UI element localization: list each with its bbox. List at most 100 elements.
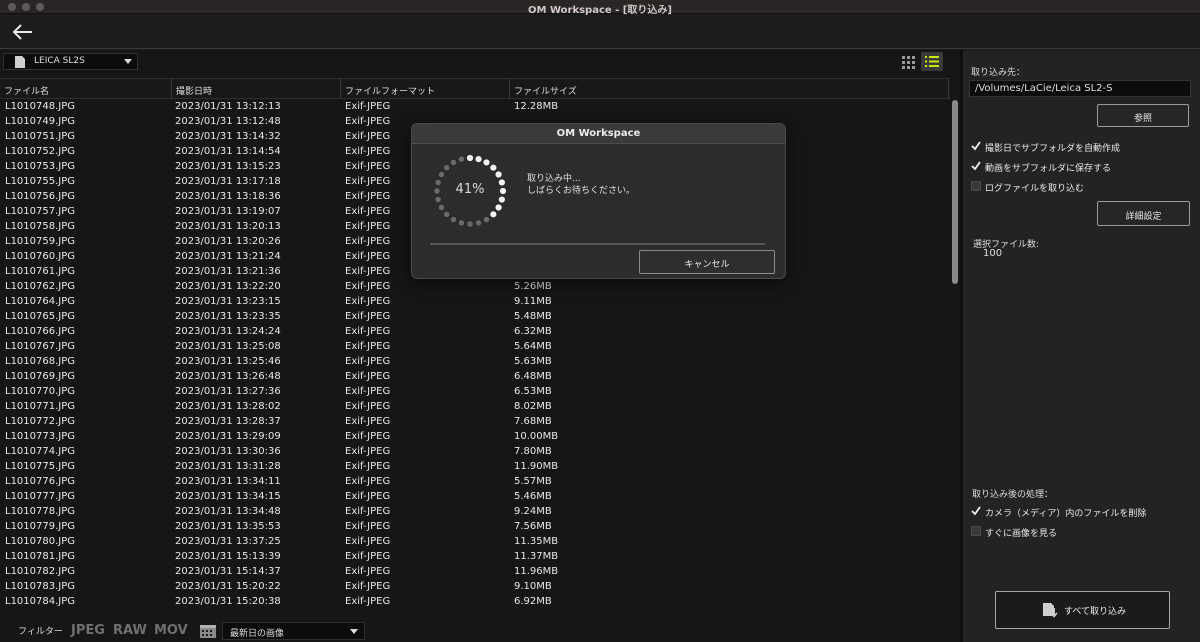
table-row[interactable]: L1010764.JPG 2023/01/31 13:23:15 Exif-JPEG… [0,295,950,310]
checkmark-icon[interactable] [971,141,981,151]
camera-select[interactable]: LEICA SL2S [3,53,138,70]
spinner-dot [466,154,474,162]
spinner-dot [475,156,482,163]
column-header-date[interactable]: 撮影日時 [172,79,341,99]
cell-format: Exif-JPEG [345,326,391,337]
cell-format: Exif-JPEG [345,431,391,442]
table-row[interactable]: L1010783.JPG 2023/01/31 15:20:22 Exif-JPEG… [0,580,950,595]
import-all-label: すべて取り込み [1064,607,1127,617]
grid-view-icon [902,56,915,69]
cell-format: Exif-JPEG [345,311,391,322]
table-row[interactable]: L1010781.JPG 2023/01/31 15:13:39 Exif-JPEG… [0,550,950,565]
checkmark-icon[interactable] [971,506,981,516]
advanced-settings-button[interactable]: 詳細設定 [1097,201,1190,226]
cell-filename: L1010762.JPG [5,281,76,292]
table-row[interactable]: L1010762.JPG 2023/01/31 13:22:20 Exif-JPEG… [0,280,950,295]
table-row[interactable]: L1010748.JPG 2023/01/31 13:12:13 Exif-JPEG… [0,100,950,115]
cell-format: Exif-JPEG [345,146,391,157]
table-row[interactable]: L1010776.JPG 2023/01/31 13:34:11 Exif-JPEG… [0,475,950,490]
cell-format: Exif-JPEG [345,491,391,502]
spinner-dot [483,216,490,223]
filter-label: フィルター [18,627,63,637]
column-header-format[interactable]: ファイルフォーマット [341,79,510,99]
table-row[interactable]: L1010772.JPG 2023/01/31 13:28:37 Exif-JPEG… [0,415,950,430]
browse-button[interactable]: 参照 [1097,104,1189,127]
grid-view-button[interactable] [899,53,919,71]
spinner-dot [450,159,457,166]
cell-filename: L1010779.JPG [5,521,76,532]
table-row[interactable]: L1010780.JPG 2023/01/31 13:37:25 Exif-JPEG… [0,535,950,550]
table-row[interactable]: L1010773.JPG 2023/01/31 13:29:09 Exif-JPEG… [0,430,950,445]
cell-filename: L1010772.JPG [5,416,76,427]
filter-jpeg-button[interactable]: JPEG [71,623,105,638]
progress-bar [430,243,765,245]
column-header-filename[interactable]: ファイル名 [0,79,172,99]
filter-raw-button[interactable]: RAW [113,623,147,638]
cell-format: Exif-JPEG [345,506,391,517]
table-row[interactable]: L1010767.JPG 2023/01/31 13:25:08 Exif-JPEG… [0,340,950,355]
option-log-file-checkbox[interactable] [971,181,981,191]
back-button[interactable] [10,21,36,43]
cancel-button[interactable]: キャンセル [639,250,775,274]
list-view-button[interactable] [921,52,943,71]
table-row[interactable]: L1010784.JPG 2023/01/31 15:20:38 Exif-JPEG… [0,595,950,610]
cell-format: Exif-JPEG [345,401,391,412]
table-row[interactable]: L1010770.JPG 2023/01/31 13:27:36 Exif-JPEG… [0,385,950,400]
cell-filename: L1010765.JPG [5,311,76,322]
table-row[interactable]: L1010779.JPG 2023/01/31 13:35:53 Exif-JPEG… [0,520,950,535]
cell-size: 9.10MB [514,581,552,592]
column-header-size[interactable]: ファイルサイズ [510,79,949,99]
cell-date: 2023/01/31 13:15:23 [175,161,281,172]
table-row[interactable]: L1010774.JPG 2023/01/31 13:30:36 Exif-JPEG… [0,445,950,460]
table-row[interactable]: L1010777.JPG 2023/01/31 13:34:15 Exif-JPEG… [0,490,950,505]
cell-date: 2023/01/31 13:12:13 [175,101,281,112]
list-view-icon [925,56,939,67]
cell-date: 2023/01/31 13:27:36 [175,386,281,397]
import-all-button[interactable]: すべて取り込み [995,591,1170,629]
table-row[interactable]: L1010765.JPG 2023/01/31 13:23:35 Exif-JPEG… [0,310,950,325]
chevron-down-icon [350,629,358,634]
date-filter-select[interactable]: 最新日の画像 [222,622,365,640]
cell-size: 5.46MB [514,491,552,502]
cell-date: 2023/01/31 13:18:36 [175,191,281,202]
table-row[interactable]: L1010782.JPG 2023/01/31 15:14:37 Exif-JPEG… [0,565,950,580]
cell-filename: L1010749.JPG [5,116,76,127]
table-row[interactable]: L1010768.JPG 2023/01/31 13:25:46 Exif-JPEG… [0,355,950,370]
cell-filename: L1010768.JPG [5,356,76,367]
filter-mov-button[interactable]: MOV [154,623,188,638]
table-row[interactable]: L1010769.JPG 2023/01/31 13:26:48 Exif-JPEG… [0,370,950,385]
cell-format: Exif-JPEG [345,461,391,472]
cell-date: 2023/01/31 13:17:18 [175,176,281,187]
cell-date: 2023/01/31 13:24:24 [175,326,281,337]
spinner-dot [498,196,505,203]
checkmark-icon[interactable] [971,161,981,171]
after-view-images-checkbox[interactable] [971,526,981,536]
table-row[interactable]: L1010775.JPG 2023/01/31 13:31:28 Exif-JPEG… [0,460,950,475]
option-video-subfolder-label: 動画をサブフォルダに保存する [985,164,1112,174]
scrollbar-thumb[interactable] [952,100,958,284]
table-row[interactable]: L1010771.JPG 2023/01/31 13:28:02 Exif-JPEG… [0,400,950,415]
destination-path-field[interactable]: /Volumes/LaCie/Leica SL2-S [969,80,1191,97]
calendar-icon[interactable] [199,623,217,639]
cell-format: Exif-JPEG [345,101,391,112]
cell-date: 2023/01/31 15:13:39 [175,551,281,562]
cell-size: 7.80MB [514,446,552,457]
cell-date: 2023/01/31 13:22:20 [175,281,281,292]
vertical-scrollbar[interactable] [950,100,960,626]
cell-format: Exif-JPEG [345,266,391,277]
cell-size: 9.24MB [514,506,552,517]
cell-filename: L1010756.JPG [5,191,76,202]
import-icon [1043,603,1058,618]
spinner-dot [443,211,450,218]
cell-filename: L1010748.JPG [5,101,76,112]
table-row[interactable]: L1010766.JPG 2023/01/31 13:24:24 Exif-JPEG… [0,325,950,340]
cell-date: 2023/01/31 13:28:02 [175,401,281,412]
cell-date: 2023/01/31 13:30:36 [175,446,281,457]
cell-size: 11.90MB [514,461,559,472]
cell-format: Exif-JPEG [345,521,391,532]
cell-size: 5.26MB [514,281,552,292]
table-row[interactable]: L1010778.JPG 2023/01/31 13:34:48 Exif-JPEG… [0,505,950,520]
cell-format: Exif-JPEG [345,551,391,562]
spinner-dot [495,204,502,211]
cell-format: Exif-JPEG [345,221,391,232]
